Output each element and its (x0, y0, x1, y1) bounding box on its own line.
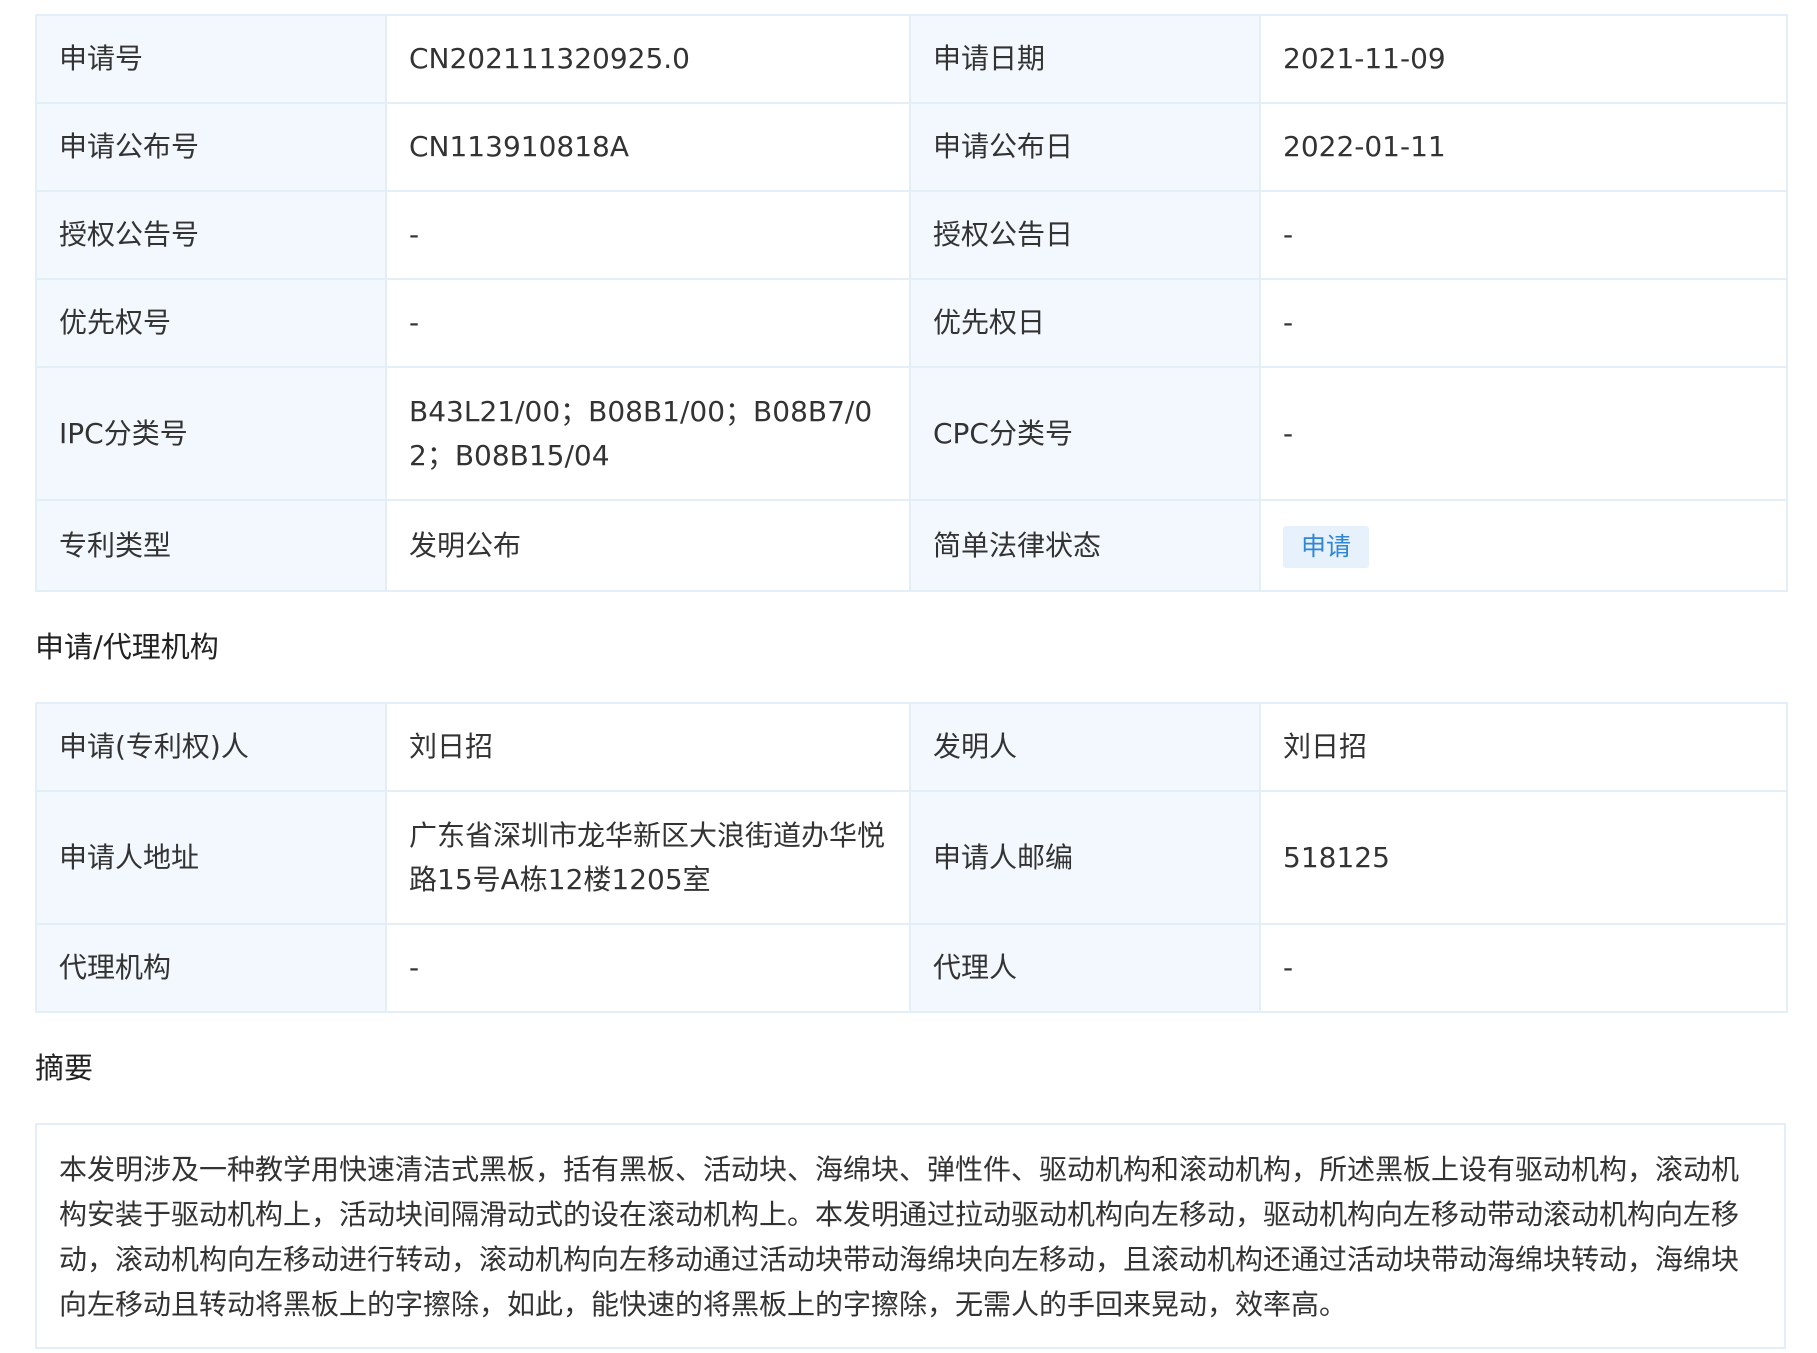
table-row: IPC分类号 B43L21/00；B08B1/00；B08B7/02；B08B1… (35, 366, 1788, 501)
publication-number-value: CN113910818A (385, 102, 911, 192)
table-row: 优先权号 - 优先权日 - (35, 278, 1788, 368)
priority-date-value: - (1259, 278, 1788, 368)
inventor-value: 刘日招 (1259, 702, 1788, 792)
priority-number-label: 优先权号 (35, 278, 387, 368)
cpc-class-value: - (1259, 366, 1788, 501)
application-number-value: CN202111320925.0 (385, 14, 911, 104)
publication-date-value: 2022-01-11 (1259, 102, 1788, 192)
applicant-postcode-value: 518125 (1259, 790, 1788, 925)
priority-number-value: - (385, 278, 911, 368)
grant-date-value: - (1259, 190, 1788, 280)
patent-detail-page: 申请号 CN202111320925.0 申请日期 2021-11-09 申请公… (35, 14, 1788, 1349)
legal-status-cell: 申请 (1259, 499, 1788, 592)
application-date-value: 2021-11-09 (1259, 14, 1788, 104)
legal-status-badge: 申请 (1283, 525, 1370, 568)
patent-type-value: 发明公布 (385, 499, 911, 592)
cpc-class-label: CPC分类号 (909, 366, 1261, 501)
ipc-class-label: IPC分类号 (35, 366, 387, 501)
publication-number-label: 申请公布号 (35, 102, 387, 192)
grant-number-value: - (385, 190, 911, 280)
applicant-postcode-label: 申请人邮编 (909, 790, 1261, 925)
applicant-address-label: 申请人地址 (35, 790, 387, 925)
abstract-section-title: 摘要 (35, 1051, 94, 1085)
agent-label: 代理人 (909, 923, 1261, 1013)
inventor-label: 发明人 (909, 702, 1261, 792)
table-row: 专利类型 发明公布 简单法律状态 申请 (35, 499, 1788, 592)
agency-value: - (385, 923, 911, 1013)
table-row: 申请人地址 广东省深圳市龙华新区大浪街道办华悦路15号A栋12楼1205室 申请… (35, 790, 1788, 925)
legal-status-label: 简单法律状态 (909, 499, 1261, 592)
table-row: 申请(专利权)人 刘日招 发明人 刘日招 (35, 702, 1788, 792)
patent-type-label: 专利类型 (35, 499, 387, 592)
grant-date-label: 授权公告日 (909, 190, 1261, 280)
table-row: 授权公告号 - 授权公告日 - (35, 190, 1788, 280)
applicant-address-value: 广东省深圳市龙华新区大浪街道办华悦路15号A栋12楼1205室 (385, 790, 911, 925)
agency-table: 申请(专利权)人 刘日招 发明人 刘日招 申请人地址 广东省深圳市龙华新区大浪街… (35, 702, 1788, 1013)
table-row: 申请公布号 CN113910818A 申请公布日 2022-01-11 (35, 102, 1788, 192)
table-row: 代理机构 - 代理人 - (35, 923, 1788, 1013)
agency-label: 代理机构 (35, 923, 387, 1013)
agency-section-title: 申请/代理机构 (35, 630, 219, 664)
priority-date-label: 优先权日 (909, 278, 1261, 368)
abstract-text: 本发明涉及一种教学用快速清洁式黑板，括有黑板、活动块、海绵块、弹性件、驱动机构和… (35, 1123, 1786, 1349)
agent-value: - (1259, 923, 1788, 1013)
basic-info-table: 申请号 CN202111320925.0 申请日期 2021-11-09 申请公… (35, 14, 1788, 592)
table-row: 申请号 CN202111320925.0 申请日期 2021-11-09 (35, 14, 1788, 104)
applicant-label: 申请(专利权)人 (35, 702, 387, 792)
application-date-label: 申请日期 (909, 14, 1261, 104)
grant-number-label: 授权公告号 (35, 190, 387, 280)
publication-date-label: 申请公布日 (909, 102, 1261, 192)
application-number-label: 申请号 (35, 14, 387, 104)
applicant-value: 刘日招 (385, 702, 911, 792)
ipc-class-value: B43L21/00；B08B1/00；B08B7/02；B08B15/04 (385, 366, 911, 501)
